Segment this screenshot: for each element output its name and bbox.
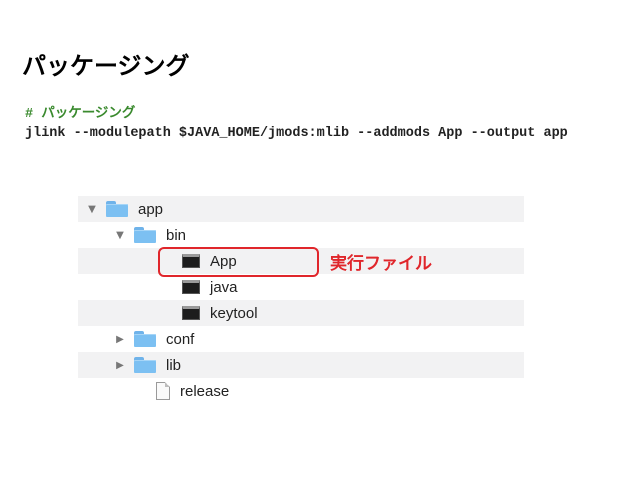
terminal-icon xyxy=(182,306,200,320)
list-item-conf[interactable]: ▶ conf xyxy=(78,326,524,352)
code-command: jlink --modulepath $JAVA_HOME/jmods:mlib… xyxy=(25,126,568,141)
file-name: conf xyxy=(166,330,195,348)
list-item-lib[interactable]: ▶ lib xyxy=(78,352,524,378)
folder-icon xyxy=(106,201,128,217)
file-name: bin xyxy=(166,226,187,244)
file-name: release xyxy=(180,382,230,400)
list-item-bin[interactable]: ▼ bin xyxy=(78,222,524,248)
list-item-release[interactable]: release xyxy=(78,378,524,404)
list-item-java[interactable]: java xyxy=(78,274,524,300)
folder-icon xyxy=(134,331,156,347)
highlight-box xyxy=(158,247,319,277)
folder-icon xyxy=(134,357,156,373)
document-icon xyxy=(156,382,170,400)
code-comment: # パッケージング xyxy=(25,107,136,122)
file-name: app xyxy=(138,200,164,218)
folder-icon xyxy=(134,227,156,243)
slide-title: パッケージング xyxy=(22,52,190,80)
disclosure-closed-icon[interactable]: ▶ xyxy=(114,360,126,371)
finder-file-list: ▼ app ▼ bin App java keytool ▶ conf ▶ li… xyxy=(78,196,524,408)
file-name: lib xyxy=(166,356,182,374)
list-item-app[interactable]: ▼ app xyxy=(78,196,524,222)
terminal-icon xyxy=(182,280,200,294)
callout-label: 実行ファイル xyxy=(330,254,432,274)
code-block: # パッケージング jlink --modulepath $JAVA_HOME/… xyxy=(25,105,615,143)
disclosure-closed-icon[interactable]: ▶ xyxy=(114,334,126,345)
file-name: java xyxy=(210,278,238,296)
list-item-keytool[interactable]: keytool xyxy=(78,300,524,326)
disclosure-open-icon[interactable]: ▼ xyxy=(86,204,98,215)
file-name: keytool xyxy=(210,304,258,322)
disclosure-open-icon[interactable]: ▼ xyxy=(114,230,126,241)
